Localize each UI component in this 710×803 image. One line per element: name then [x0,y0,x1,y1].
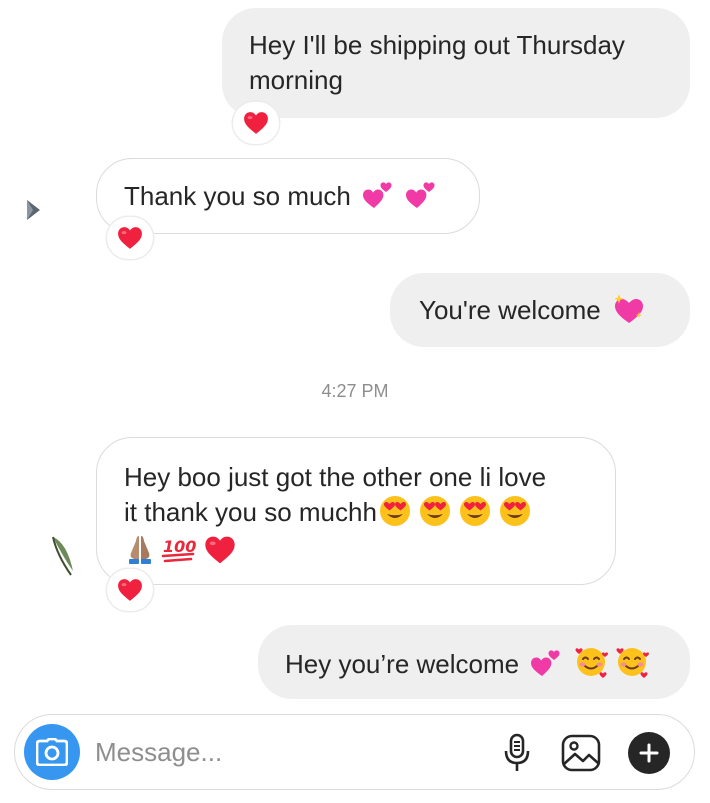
message-text: You're welcome [419,295,601,325]
red-heart-emoji [204,535,236,565]
message-text: Hey you’re welcome [285,649,520,679]
message-input[interactable] [95,733,475,771]
heart-eyes-emoji [419,495,451,527]
camera-button[interactable] [24,724,80,780]
folded-hands-emoji [124,533,156,565]
red-heart-icon [117,578,143,602]
gallery-icon [561,734,601,772]
heart-eyes-emoji [379,495,411,527]
hundred-points-emoji [160,535,196,565]
sender-avatar[interactable] [51,535,75,577]
heart-eyes-emoji [459,495,491,527]
timestamp: 4:27 PM [321,381,389,401]
camera-icon [36,738,68,766]
two-hearts-emoji [405,179,437,211]
more-options-button[interactable] [625,729,673,777]
outgoing-message-bubble[interactable]: You're welcome [390,273,690,347]
sparkling-heart-emoji [612,293,646,325]
red-heart-icon [243,111,269,135]
message-text: Hey I'll be shipping out Thursday mornin… [249,30,625,95]
heart-reaction[interactable] [107,569,153,611]
incoming-message-bubble[interactable]: Thank you so much [96,158,480,234]
gallery-button[interactable] [557,729,605,777]
incoming-message-bubble[interactable]: Hey boo just got the other one li love i… [96,437,616,585]
microphone-icon [504,733,530,771]
heart-eyes-emoji [499,495,531,527]
message-thread: Hey I'll be shipping out Thursday mornin… [0,0,710,710]
smiling-face-with-hearts-emoji [574,645,608,679]
plus-icon [628,732,670,774]
two-hearts-emoji [530,647,562,679]
heart-reaction[interactable] [107,217,153,259]
message-composer [14,714,695,790]
red-heart-icon [117,226,143,250]
smiling-face-with-hearts-emoji [615,645,649,679]
message-text: Thank you so much [124,181,351,211]
outgoing-message-bubble[interactable]: Hey I'll be shipping out Thursday mornin… [222,8,690,118]
outgoing-message-bubble[interactable]: Hey you’re welcome [258,625,690,699]
sender-avatar[interactable] [24,197,46,223]
two-hearts-emoji [362,179,394,211]
voice-message-button[interactable] [493,729,541,777]
heart-reaction[interactable] [233,102,279,144]
